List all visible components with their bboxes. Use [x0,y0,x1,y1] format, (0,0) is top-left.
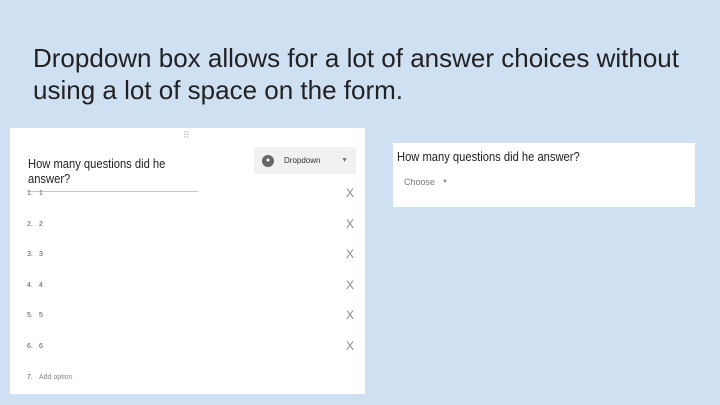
option-number: 7. [27,373,33,381]
option-number: 2. [27,220,33,228]
option-label[interactable]: 4 [39,282,343,289]
remove-option-icon[interactable]: X [343,247,357,261]
option-number: 5. [27,311,33,319]
add-option-row[interactable]: 7. Add option [27,370,357,384]
question-type-select[interactable]: ● Dropdown ▼ [254,147,356,174]
option-row[interactable]: 4. 4 X [27,278,357,292]
option-number: 4. [27,281,33,289]
slide-headline: Dropdown box allows for a lot of answer … [33,43,679,105]
option-label[interactable]: 3 [39,251,343,258]
option-label[interactable]: 2 [39,221,343,228]
option-row[interactable]: 2. 2 X [27,217,357,231]
chevron-down-icon: ▼ [442,179,448,185]
option-row[interactable]: 6. 6 X [27,339,357,353]
dropdown-circle-icon: ● [262,154,274,167]
question-type-label: Dropdown [284,156,321,165]
answer-dropdown-placeholder: Choose [404,177,436,187]
question-preview-card: How many questions did he answer? Choose… [393,143,695,207]
remove-option-icon[interactable]: X [343,186,357,200]
add-option-link[interactable]: Add option [39,374,357,381]
option-label[interactable]: 6 [39,343,343,350]
drag-handle-icon[interactable]: ⠿ [183,131,191,140]
answer-dropdown[interactable]: Choose ▼ [404,177,448,187]
remove-option-icon[interactable]: X [343,339,357,353]
remove-option-icon[interactable]: X [343,308,357,322]
question-editor-card: ⠿ How many questions did he answer? ● Dr… [10,128,365,394]
option-number: 6. [27,342,33,350]
chevron-down-icon: ▼ [341,157,348,164]
option-label[interactable]: 1 [39,190,343,197]
option-row[interactable]: 1. 1 X [27,186,357,200]
option-label[interactable]: 5 [39,312,343,319]
remove-option-icon[interactable]: X [343,217,357,231]
preview-question-title: How many questions did he answer? [397,149,580,164]
option-number: 3. [27,250,33,258]
remove-option-icon[interactable]: X [343,278,357,292]
option-row[interactable]: 5. 5 X [27,308,357,322]
option-number: 1. [27,189,33,197]
option-row[interactable]: 3. 3 X [27,247,357,261]
